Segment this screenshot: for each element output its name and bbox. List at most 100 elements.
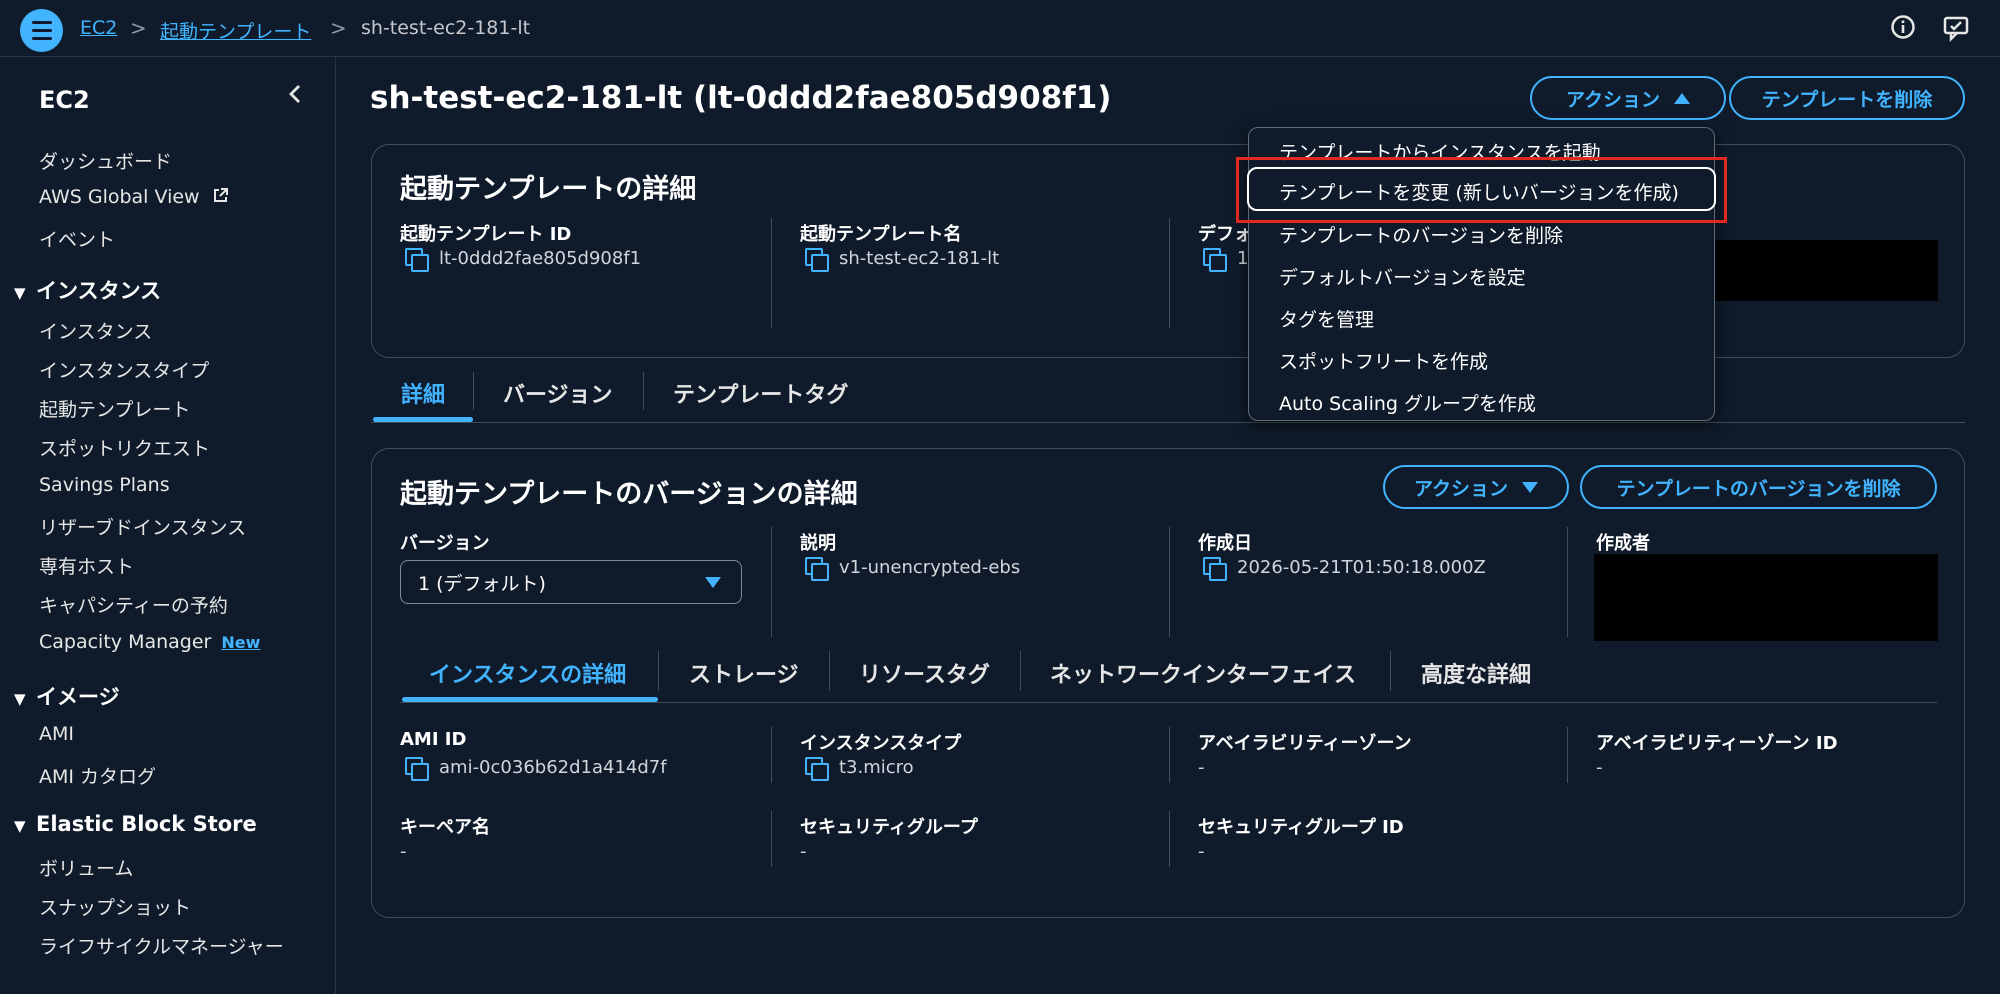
external-link-icon: [212, 187, 229, 209]
menu-icon[interactable]: [20, 9, 63, 52]
subtab-storage[interactable]: ストレージ: [689, 657, 799, 689]
sidebar-item-global-view[interactable]: AWS Global View: [39, 186, 229, 209]
default-version-label: デフォ: [1198, 224, 1252, 245]
template-id-text: lt-0ddd2fae805d908f1: [439, 248, 642, 269]
sidebar-section-instances[interactable]: ▼ インスタンス: [14, 275, 161, 305]
sidebar-item-dashboard[interactable]: ダッシュボード: [39, 147, 172, 174]
security-group-id-label: セキュリティグループ ID: [1198, 817, 1404, 838]
subtab-network-interfaces[interactable]: ネットワークインターフェイス: [1050, 657, 1356, 689]
tab-versions[interactable]: バージョン: [503, 377, 613, 409]
created-text: 2026-05-21T01:50:18.000Z: [1237, 557, 1486, 578]
breadcrumb-launch-templates[interactable]: 起動テンプレート: [160, 17, 311, 44]
sidebar-item-reserved-instances[interactable]: リザーブドインスタンス: [39, 513, 246, 540]
template-details-heading: 起動テンプレートの詳細: [400, 174, 697, 205]
version-select-value: 1 (デフォルト): [418, 572, 546, 595]
caret-down-icon: [705, 577, 721, 588]
top-navigation-bar: EC2 > 起動テンプレート > sh-test-ec2-181-lt: [0, 0, 2000, 57]
breadcrumb-ec2[interactable]: EC2: [80, 17, 117, 39]
sidebar-item-events[interactable]: イベント: [39, 225, 115, 252]
sidebar-section-ebs[interactable]: ▼ Elastic Block Store: [14, 812, 257, 836]
copy-icon[interactable]: [805, 248, 829, 272]
sidebar-item-snapshots[interactable]: スナップショット: [39, 893, 191, 920]
sidebar-item-dedicated-hosts[interactable]: 専有ホスト: [39, 552, 134, 579]
sidebar-item-capacity-manager[interactable]: Capacity Manager New: [39, 631, 260, 653]
menu-item-delete-version[interactable]: テンプレートのバージョンを削除: [1279, 221, 1563, 248]
created-value: 2026-05-21T01:50:18.000Z: [1203, 557, 1486, 581]
version-actions-button[interactable]: アクション: [1383, 465, 1569, 509]
divider: [829, 651, 830, 691]
divider: [473, 372, 474, 410]
sidebar-item-volumes[interactable]: ボリューム: [39, 854, 133, 881]
divider: [771, 811, 772, 867]
redacted-block: [1594, 554, 1938, 641]
default-version-value: 1: [1203, 248, 1249, 272]
sidebar-item-capacity-reservations[interactable]: キャパシティーの予約: [39, 591, 228, 618]
sidebar-title: EC2: [39, 86, 90, 114]
copy-icon[interactable]: [1203, 557, 1227, 581]
tab-details[interactable]: 詳細: [401, 377, 445, 409]
sidebar-item-label: Capacity Manager: [39, 631, 212, 653]
description-value: v1-unencrypted-ebs: [805, 557, 1021, 581]
breadcrumb-separator: >: [330, 16, 347, 40]
sidebar-item-instances[interactable]: インスタンス: [39, 317, 152, 344]
menu-item-create-spot-fleet[interactable]: スポットフリートを作成: [1279, 347, 1488, 374]
feedback-icon[interactable]: [1942, 14, 1970, 43]
page-title: sh-test-ec2-181-lt (lt-0ddd2fae805d908f1…: [370, 80, 1112, 116]
security-group-value: -: [800, 841, 807, 862]
sidebar-section-images[interactable]: ▼ イメージ: [14, 681, 120, 711]
copy-icon[interactable]: [405, 248, 429, 272]
sidebar-item-spot-requests[interactable]: スポットリクエスト: [39, 434, 210, 461]
sidebar-item-label: AWS Global View: [39, 186, 200, 208]
tabs-divider: [371, 422, 1965, 423]
delete-version-button[interactable]: テンプレートのバージョンを削除: [1580, 465, 1937, 509]
version-actions-label: アクション: [1413, 477, 1509, 500]
az-id-label: アベイラビリティーゾーン ID: [1596, 733, 1838, 754]
sidebar-item-launch-templates[interactable]: 起動テンプレート: [39, 395, 190, 422]
caret-down-icon: ▼: [14, 817, 26, 835]
keypair-label: キーペア名: [400, 817, 490, 838]
divider: [1567, 527, 1568, 637]
copy-icon[interactable]: [805, 557, 829, 581]
version-details-heading: 起動テンプレートのバージョンの詳細: [400, 479, 858, 510]
sidebar: EC2 ダッシュボード AWS Global View イベント ▼ インスタンス…: [0, 57, 336, 994]
new-badge: New: [221, 633, 261, 652]
version-select[interactable]: 1 (デフォルト): [400, 560, 742, 604]
actions-button-label: アクション: [1565, 88, 1661, 111]
copy-icon[interactable]: [805, 757, 829, 781]
keypair-value: -: [400, 841, 407, 862]
menu-item-create-auto-scaling-group[interactable]: Auto Scaling グループを作成: [1279, 389, 1536, 416]
security-group-label: セキュリティグループ: [800, 817, 978, 838]
description-text: v1-unencrypted-ebs: [839, 557, 1021, 578]
subtab-advanced-details[interactable]: 高度な詳細: [1421, 657, 1531, 689]
ami-id-value: ami-0c036b62d1a414d7f: [405, 757, 667, 781]
delete-template-button[interactable]: テンプレートを削除: [1729, 76, 1965, 120]
breadcrumb-separator: >: [130, 16, 147, 40]
divider: [1169, 811, 1170, 867]
sidebar-item-instance-types[interactable]: インスタンスタイプ: [39, 356, 209, 383]
divider: [1020, 651, 1021, 691]
subtab-resource-tags[interactable]: リソースタグ: [859, 657, 990, 689]
instance-type-value: t3.micro: [805, 757, 914, 781]
info-icon[interactable]: [1889, 14, 1917, 42]
sidebar-item-lifecycle-manager[interactable]: ライフサイクルマネージャー: [39, 932, 284, 959]
divider: [1567, 727, 1568, 783]
sidebar-item-ami[interactable]: AMI: [39, 723, 74, 745]
caret-down-icon: [1522, 481, 1539, 493]
collapse-icon[interactable]: [280, 83, 310, 111]
sidebar-item-savings-plans[interactable]: Savings Plans: [39, 474, 170, 496]
tab-template-tags[interactable]: テンプレートタグ: [673, 377, 848, 409]
divider: [771, 527, 772, 637]
divider: [1169, 218, 1170, 328]
breadcrumb-current: sh-test-ec2-181-lt: [361, 17, 531, 39]
sidebar-item-ami-catalog[interactable]: AMI カタログ: [39, 762, 156, 789]
default-version-text: 1: [1237, 248, 1249, 269]
copy-icon[interactable]: [405, 757, 429, 781]
menu-item-set-default-version[interactable]: デフォルトバージョンを設定: [1279, 263, 1526, 290]
menu-item-manage-tags[interactable]: タグを管理: [1279, 305, 1374, 332]
template-name-label: 起動テンプレート名: [800, 224, 962, 245]
subtab-instance-details[interactable]: インスタンスの詳細: [429, 657, 626, 689]
section-label: イメージ: [36, 685, 120, 709]
actions-button[interactable]: アクション: [1530, 76, 1726, 120]
template-name-value: sh-test-ec2-181-lt: [805, 248, 999, 272]
copy-icon[interactable]: [1203, 248, 1227, 272]
